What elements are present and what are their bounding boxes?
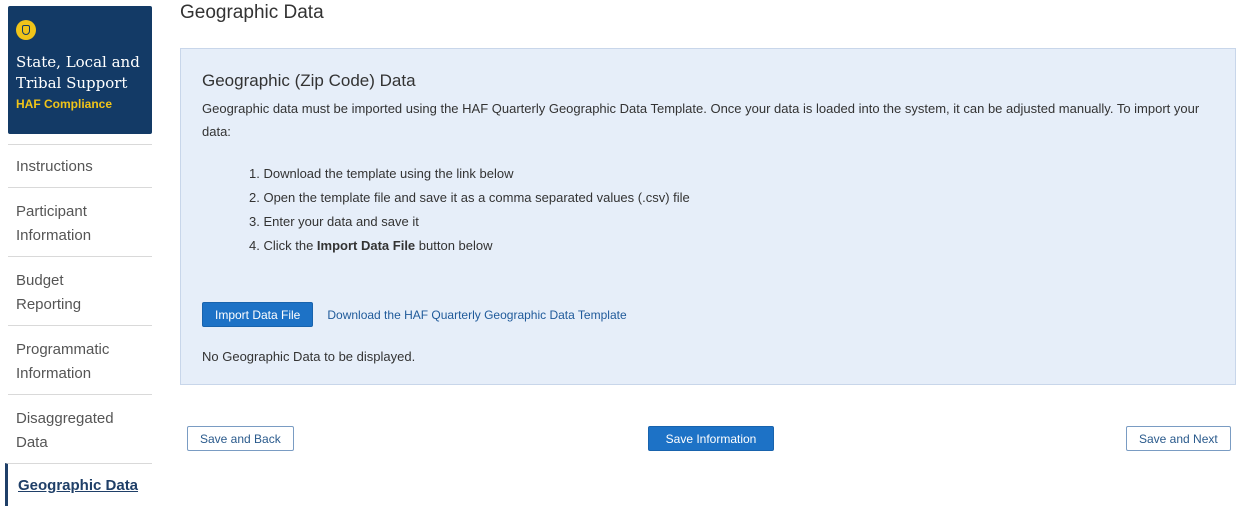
sidebar-item-label: Data — [16, 434, 48, 451]
step-bold-text: Import Data File — [316, 238, 416, 253]
import-step: 3. Enter your data and save it — [249, 214, 419, 229]
page-title: Geographic Data — [180, 2, 324, 23]
sidebar-item-label: Information — [16, 365, 92, 382]
import-step: 1. Download the template using the link … — [249, 166, 514, 181]
import-steps: 1. Download the template using the link … — [249, 162, 1215, 258]
geographic-data-panel: Geographic (Zip Code) Data Geographic da… — [180, 48, 1236, 385]
sidebar-item-participant-information[interactable]: Participant Information — [8, 187, 152, 256]
save-information-button[interactable]: Save Information — [648, 426, 774, 451]
sidebar-item-budget-reporting[interactable]: Budget Reporting — [8, 256, 152, 325]
import-data-file-button[interactable]: Import Data File — [202, 302, 314, 327]
brand-subtitle: HAF Compliance — [16, 97, 113, 111]
step-text: button below — [415, 238, 493, 253]
sidebar-item-label: Instructions — [16, 158, 93, 175]
import-step: 4. Click the Import Data File button bel… — [249, 234, 1215, 258]
save-and-next-button[interactable]: Save and Next — [1126, 426, 1231, 451]
sidebar-item-programmatic-information[interactable]: Programmatic Information — [8, 325, 152, 394]
brand-block[interactable]: State, Local and Tribal Support HAF Comp… — [8, 6, 152, 134]
sidebar-nav: Instructions Participant Information Bud… — [5, 144, 152, 506]
download-template-link[interactable]: Download the HAF Quarterly Geographic Da… — [327, 308, 626, 322]
save-and-back-button[interactable]: Save and Back — [187, 426, 294, 451]
panel-intro: Geographic data must be imported using t… — [202, 101, 1200, 139]
sidebar-item-label: Participant — [16, 203, 87, 220]
import-actions: Import Data File Download the HAF Quarte… — [202, 302, 1215, 327]
step-text: 4. Click the — [249, 238, 317, 253]
treasury-seal-icon — [16, 20, 36, 40]
brand-title-line2: Tribal Support — [16, 74, 128, 92]
sidebar-item-label: Programmatic — [16, 341, 110, 358]
sidebar-item-label: Information — [16, 227, 92, 244]
brand-title-line1: State, Local and — [16, 53, 140, 71]
import-step: 2. Open the template file and save it as… — [249, 190, 690, 205]
sidebar-item-label: Budget — [16, 272, 64, 289]
brand-title: State, Local and Tribal Support — [16, 52, 146, 94]
sidebar-item-disaggregated-data[interactable]: Disaggregated Data — [8, 394, 152, 463]
sidebar-item-geographic-data[interactable]: Geographic Data — [5, 463, 152, 506]
sidebar-item-label: Reporting — [16, 296, 82, 313]
panel-title: Geographic (Zip Code) Data — [202, 71, 416, 90]
sidebar-item-instructions[interactable]: Instructions — [8, 144, 152, 187]
empty-state-message: No Geographic Data to be displayed. — [202, 349, 416, 364]
sidebar: State, Local and Tribal Support HAF Comp… — [5, 6, 152, 506]
sidebar-item-label: Disaggregated — [16, 410, 114, 427]
